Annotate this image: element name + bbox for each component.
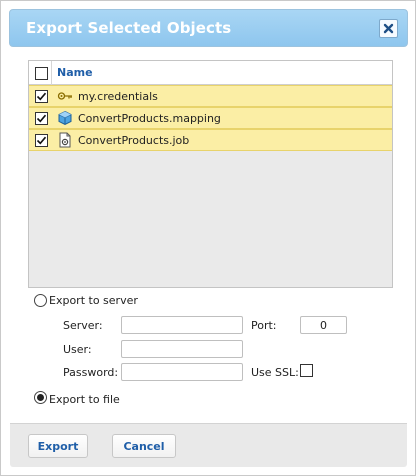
use-ssl-checkbox[interactable] xyxy=(300,364,313,377)
row-checkbox[interactable] xyxy=(35,112,48,125)
dialog-title-bar[interactable]: Export Selected Objects xyxy=(9,9,408,47)
user-label: User: xyxy=(63,343,92,356)
export-button[interactable]: Export xyxy=(28,434,88,458)
user-input[interactable] xyxy=(121,340,243,358)
export-to-server-radio[interactable] xyxy=(34,294,47,307)
row-label: ConvertProducts.mapping xyxy=(78,112,221,125)
list-item[interactable]: ConvertProducts.job xyxy=(29,129,392,151)
row-checkbox[interactable] xyxy=(35,90,48,103)
close-button[interactable] xyxy=(379,19,398,38)
password-input[interactable] xyxy=(121,363,243,381)
export-dialog: Export Selected Objects Name my.credenti… xyxy=(0,0,416,476)
use-ssl-label: Use SSL: xyxy=(251,366,299,379)
server-input[interactable] xyxy=(121,316,243,334)
row-label: my.credentials xyxy=(78,90,158,103)
radio-selected-dot xyxy=(37,394,44,401)
list-item[interactable]: my.credentials xyxy=(29,85,392,107)
select-all-checkbox[interactable] xyxy=(35,67,48,80)
export-to-file-radio[interactable] xyxy=(34,391,47,404)
list-item[interactable]: ConvertProducts.mapping xyxy=(29,107,392,129)
key-icon xyxy=(57,92,72,100)
password-label: Password: xyxy=(63,366,119,379)
export-to-file-label[interactable]: Export to file xyxy=(49,393,120,406)
column-divider xyxy=(51,61,52,85)
dialog-footer: Export Cancel xyxy=(10,423,407,467)
checkmark-icon xyxy=(36,114,47,123)
port-input[interactable] xyxy=(300,316,347,334)
server-label: Server: xyxy=(63,319,103,332)
port-label: Port: xyxy=(251,319,277,332)
export-to-server-label[interactable]: Export to server xyxy=(49,294,138,307)
objects-list-header: Name xyxy=(29,61,392,85)
cancel-button[interactable]: Cancel xyxy=(112,434,176,458)
column-header-name[interactable]: Name xyxy=(57,66,93,79)
close-icon xyxy=(383,23,394,34)
cube-icon xyxy=(58,110,72,126)
checkmark-icon xyxy=(36,136,47,145)
checkmark-icon xyxy=(36,92,47,101)
job-file-icon xyxy=(59,132,71,148)
row-label: ConvertProducts.job xyxy=(78,134,190,147)
row-checkbox[interactable] xyxy=(35,134,48,147)
dialog-title: Export Selected Objects xyxy=(26,19,232,37)
objects-list: Name my.credentials ConvertProducts.mapp… xyxy=(28,60,393,288)
